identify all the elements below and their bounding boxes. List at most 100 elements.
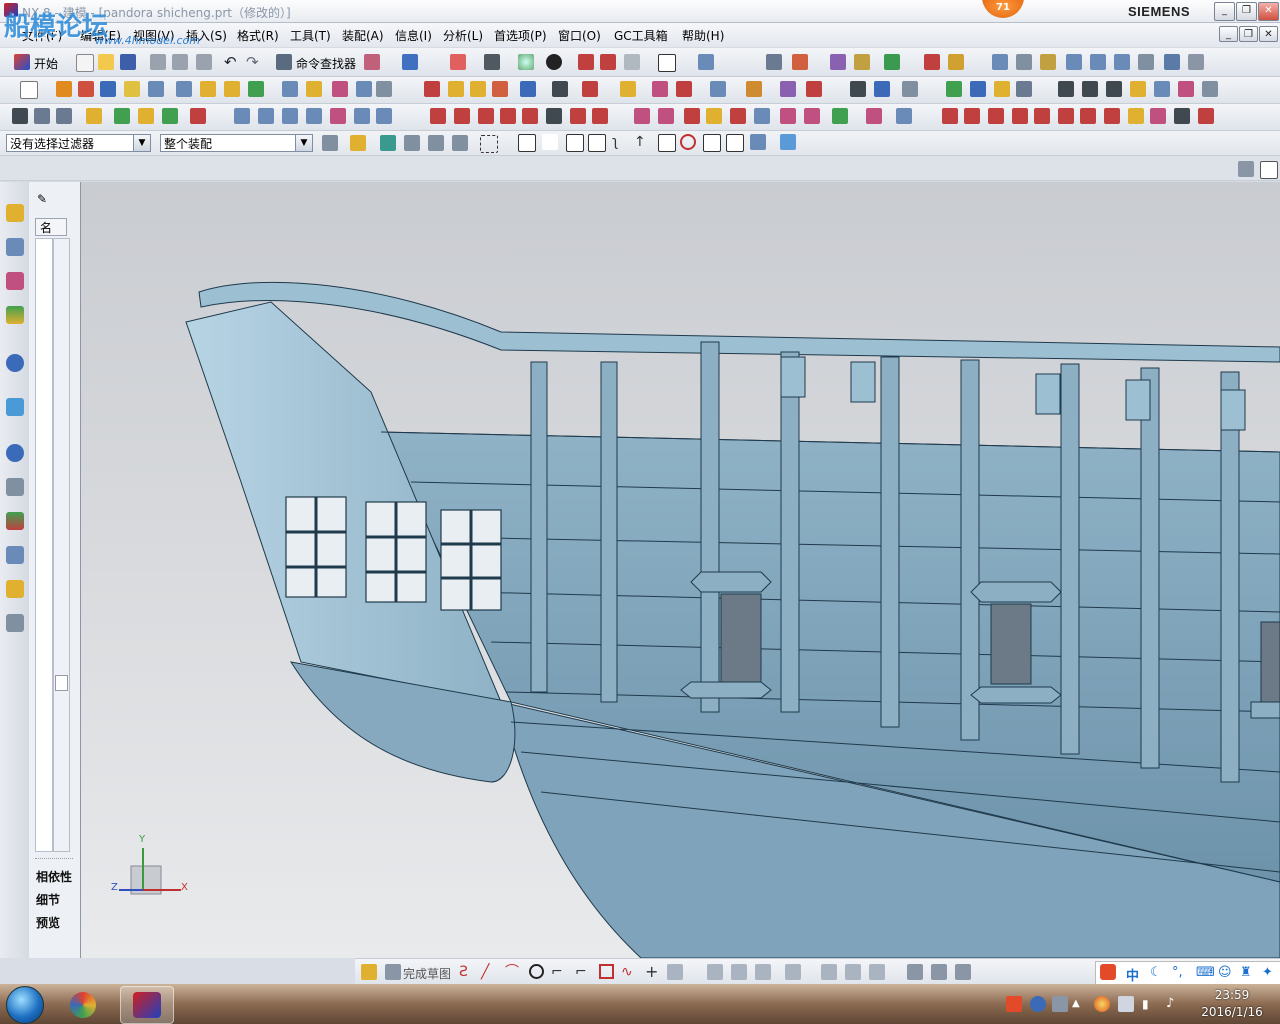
clock-icon[interactable] — [6, 444, 24, 462]
trim-body-icon[interactable] — [376, 81, 392, 97]
snap-perp-icon[interactable] — [726, 134, 744, 152]
surface-c-icon[interactable] — [282, 108, 298, 124]
dependencies-section[interactable]: 相依性 — [36, 868, 74, 888]
layer-icon[interactable] — [698, 54, 714, 70]
part-navigator-icon[interactable] — [6, 272, 24, 290]
tray-help-icon[interactable] — [1030, 996, 1046, 1012]
web-browser-icon[interactable] — [6, 354, 24, 372]
delete-face-icon[interactable] — [806, 81, 822, 97]
menu-window[interactable]: 窗口(O) — [558, 27, 601, 44]
tool-b-icon[interactable] — [792, 54, 808, 70]
surface-e-icon[interactable] — [330, 108, 346, 124]
history-icon[interactable] — [6, 398, 24, 416]
sketch-curve-icon[interactable] — [988, 108, 1004, 124]
surface-a-icon[interactable] — [234, 108, 250, 124]
surface-d-icon[interactable] — [306, 108, 322, 124]
trim-tool-icon[interactable] — [707, 964, 723, 980]
tool-w-icon[interactable] — [1154, 81, 1170, 97]
tool-l-icon[interactable] — [1138, 54, 1154, 70]
sketch-line-icon[interactable] — [942, 108, 958, 124]
datum-icon[interactable] — [552, 81, 568, 97]
cut-icon[interactable] — [150, 54, 166, 70]
snap-e-icon[interactable] — [452, 135, 468, 151]
tray-sogou-icon[interactable] — [1006, 996, 1022, 1012]
close-button[interactable]: ✕ — [1258, 2, 1279, 21]
curve-r-icon[interactable] — [754, 108, 770, 124]
corner-tool-icon[interactable] — [755, 964, 771, 980]
process-studio-icon[interactable] — [6, 512, 24, 530]
constraint-c-icon[interactable] — [845, 964, 861, 980]
view-orient2-icon[interactable] — [600, 54, 616, 70]
curve-v-icon[interactable] — [866, 108, 882, 124]
reuse-library-icon[interactable] — [6, 306, 24, 324]
ime-toolbar[interactable]: 中 ☾ °, ⌨ ☺ ♜ ✦ — [1095, 961, 1280, 985]
curve-q-icon[interactable] — [730, 108, 746, 124]
tool-u-icon[interactable] — [1106, 81, 1122, 97]
menu-gc-toolbox[interactable]: GC工具箱 — [614, 27, 668, 44]
selection-filter-dropdown[interactable]: 没有选择过滤器 ▼ — [6, 134, 151, 152]
manufacturing-wizard-icon[interactable] — [6, 546, 24, 564]
tool-v-icon[interactable] — [1130, 81, 1146, 97]
redo-icon[interactable]: ↷ — [246, 54, 262, 70]
tool-q-icon[interactable] — [994, 81, 1010, 97]
block-icon[interactable] — [176, 81, 192, 97]
minimize-button[interactable]: _ — [1214, 2, 1235, 21]
constraint-f-icon[interactable] — [931, 964, 947, 980]
curve-j-icon[interactable] — [546, 108, 562, 124]
surface-f-icon[interactable] — [354, 108, 370, 124]
snap-body-icon[interactable] — [780, 134, 796, 150]
curve-g-icon[interactable] — [162, 108, 178, 124]
intersect-icon[interactable] — [470, 81, 486, 97]
tray-360-icon[interactable] — [1094, 996, 1110, 1012]
tools-icon[interactable]: ✦ — [1262, 965, 1278, 981]
curve-f-icon[interactable] — [138, 108, 154, 124]
tool-p-icon[interactable] — [970, 81, 986, 97]
cone-icon[interactable] — [224, 81, 240, 97]
sketch-arc-icon[interactable] — [964, 108, 980, 124]
profile-icon[interactable]: Ƨ — [459, 964, 475, 980]
tool-f-icon[interactable] — [992, 54, 1008, 70]
pen-icon[interactable] — [874, 81, 890, 97]
ime-mode-label[interactable]: 中 — [1126, 965, 1139, 984]
point-tool-icon[interactable]: + — [645, 964, 661, 980]
snap-a-icon[interactable] — [350, 135, 366, 151]
pocket-icon[interactable] — [148, 81, 164, 97]
sketch-f-icon[interactable] — [1150, 108, 1166, 124]
sketch-c-icon[interactable] — [1080, 108, 1096, 124]
menu-format[interactable]: 格式(R) — [237, 27, 279, 44]
start-icon[interactable] — [14, 54, 30, 70]
fillet-tool-icon[interactable]: ⌐ — [551, 964, 567, 980]
curve-n-icon[interactable] — [658, 108, 674, 124]
details-section[interactable]: 细节 — [36, 891, 74, 911]
menu-info[interactable]: 信息(I) — [395, 27, 432, 44]
curve-k-icon[interactable] — [570, 108, 586, 124]
system-clock[interactable]: 23:59 2016/1/16 — [1192, 987, 1272, 1021]
punct-icon[interactable]: °, — [1172, 965, 1188, 981]
tray-app-icon[interactable] — [1052, 996, 1068, 1012]
circle-tool-icon[interactable] — [529, 964, 544, 979]
tool-k-icon[interactable] — [1114, 54, 1130, 70]
selection-tool-icon[interactable] — [364, 54, 380, 70]
extrude-icon[interactable] — [56, 81, 72, 97]
select-icon[interactable] — [402, 54, 418, 70]
tool-r-icon[interactable] — [1016, 81, 1032, 97]
pattern-icon[interactable] — [492, 81, 508, 97]
subtract-icon[interactable] — [448, 81, 464, 97]
extend-tool-icon[interactable] — [731, 964, 747, 980]
spline-icon[interactable] — [478, 108, 494, 124]
curve-e-icon[interactable] — [114, 108, 130, 124]
hole-icon[interactable] — [100, 81, 116, 97]
blend-icon[interactable] — [282, 81, 298, 97]
constraint-e-icon[interactable] — [907, 964, 923, 980]
moon-icon[interactable]: ☾ — [1150, 965, 1166, 981]
edit-feature-icon[interactable] — [710, 81, 726, 97]
copy-icon[interactable] — [172, 54, 188, 70]
command-finder-button[interactable]: 命令查找器 — [296, 55, 356, 72]
menu-tools[interactable]: 工具(T) — [290, 27, 331, 44]
view-orient-icon[interactable] — [578, 54, 594, 70]
helix-icon[interactable] — [500, 108, 516, 124]
wireframe-icon[interactable] — [624, 54, 640, 70]
tool-g-icon[interactable] — [1016, 54, 1032, 70]
snap-quadrant-icon[interactable] — [680, 134, 696, 150]
surface-b-icon[interactable] — [258, 108, 274, 124]
